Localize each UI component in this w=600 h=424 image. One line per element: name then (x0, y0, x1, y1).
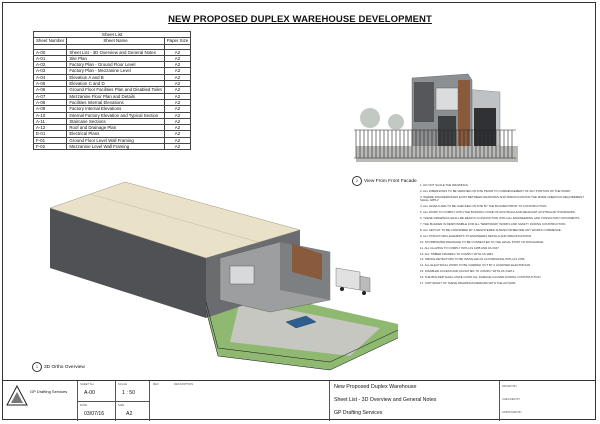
general-note: 14. ALL ELECTRICAL WORK TO BE CARRIED OU… (420, 263, 532, 268)
general-note: 9. ALL STRUCTURAL ELEMENTS TO ENGINEERS … (420, 233, 533, 238)
general-note: 7. THE BUILDER IS RESPONSIBLE FOR ALL TE… (420, 222, 567, 227)
general-note: 13. SMOKE DETECTORS TO BE INSTALLED IN A… (420, 257, 526, 262)
roller-door (438, 116, 456, 146)
size-label: SIZE (118, 403, 125, 407)
drawing-name: Sheet List - 3D Overview and General Not… (334, 397, 437, 403)
sheet-number: F-02 (32, 143, 68, 151)
company-logo-cell: GP Drafting Services (2, 381, 78, 421)
general-note: 2. ALL DIMENSIONS TO BE VERIFIED ON SITE… (420, 188, 572, 193)
general-note: 8. ALL SETOUT TO BE CONFIRMED BY A REGIS… (420, 227, 562, 232)
company-name: GP Drafting Services (30, 389, 68, 394)
dark-facade-panel (414, 82, 434, 122)
description-label: DESCRIPTION (174, 382, 194, 386)
revision-table: REV DESCRIPTION (150, 381, 330, 421)
general-note: 1. DO NOT SCALE THE DRAWINGS. (420, 183, 469, 187)
scale-value: 1 : 50 (122, 390, 135, 396)
general-note: 15. DISABLED ACCESS AND FACILITIES TO CO… (420, 269, 516, 274)
general-note: 4. ALL LEVELS ARE TO BE CHECKED ON SITE … (420, 204, 548, 209)
approval-cell: DRAWN BY CHECKED BY APPROVED BY (500, 381, 596, 421)
general-note: 16. THE BUILDER SHALL MAKE GOOD ALL DAMA… (420, 275, 542, 280)
tree (388, 114, 404, 130)
sheet-no-value: A-00 (84, 390, 95, 396)
general-note: 10. STORMWATER DRAINAGE TO BE CONNECTED … (420, 239, 545, 244)
sheet-name: Sheet List - 3D Overview and General Not… (66, 48, 165, 56)
approved-label: APPROVED BY (502, 410, 523, 414)
truck (335, 267, 371, 295)
checked-label: CHECKED BY (502, 397, 521, 401)
company-logo (6, 385, 28, 406)
sheet-name: Internal Factory Elevation and Typical S… (66, 111, 165, 119)
general-note: 3. WHERE DISCREPANCIES EXIST BETWEEN DRA… (420, 194, 584, 203)
rev-label: REV (153, 382, 159, 386)
sheet-name: Mezzanine Level Wall Framing (66, 143, 165, 151)
title-block: GP Drafting Services SHEET No. A-00 SCAL… (2, 380, 596, 421)
tree (360, 108, 380, 128)
date-label: DATE (80, 403, 88, 407)
general-note: 11. ALL GLAZING TO COMPLY WITH AS 1288 A… (420, 245, 500, 250)
sheet-no-label: SHEET No. (80, 382, 95, 386)
col-header-sheet-number: Sheet Number (32, 37, 68, 45)
drawn-by-value: GP Drafting Services (334, 410, 383, 416)
general-note: 17. COPYRIGHT OF THESE DRAWINGS REMAINS … (420, 280, 517, 285)
ortho-overview-view (49, 181, 399, 371)
paper-size: A2 (163, 143, 192, 151)
drawn-label: DRAWN BY (502, 384, 517, 388)
sheet-name: Ground Floor Facilities Plan and Disable… (66, 86, 165, 94)
col-header-paper-size: Paper Size (163, 37, 192, 45)
date-value: 03/07/16 (84, 411, 105, 417)
roller-door-2 (474, 108, 496, 146)
scale-cell: SCALE 1 : 50 (116, 381, 150, 401)
sheet-no-cell: SHEET No. A-00 (78, 381, 116, 401)
general-note: 5. ALL WORK TO COMPLY WITH THE BUILDING … (420, 210, 576, 215)
ortho-view-caption: 1 3D Ortho Overview (32, 362, 85, 372)
size-value: A2 (126, 411, 133, 417)
ortho-view-label: 3D Ortho Overview (44, 364, 85, 370)
scale-label: SCALE (118, 382, 128, 386)
date-cell: DATE 03/07/16 (78, 401, 116, 421)
size-cell: SIZE A2 (116, 401, 150, 421)
sheet-list-row: F-02 Mezzanine Level Wall Framing A2 (32, 143, 192, 151)
upper-window (435, 87, 459, 111)
drawing-title: NEW PROPOSED DUPLEX WAREHOUSE DEVELOPMEN… (168, 14, 432, 25)
office-window (229, 265, 255, 285)
general-note: 6. THESE DRAWINGS SHALL BE READ IN CONJU… (420, 216, 581, 221)
sheet-list-table: Sheet List Sheet Number Sheet Name Paper… (32, 30, 192, 151)
project-name: New Proposed Duplex Warehouse (334, 384, 417, 390)
view-number-badge: 1 (32, 362, 42, 372)
general-notes: 1. DO NOT SCALE THE DRAWINGS. 2. ALL DIME… (420, 183, 592, 288)
general-note: 12. ALL TIMBER FRAMING TO COMPLY WITH AS… (420, 251, 494, 256)
project-info-cell: New Proposed Duplex Warehouse Sheet List… (330, 381, 500, 421)
